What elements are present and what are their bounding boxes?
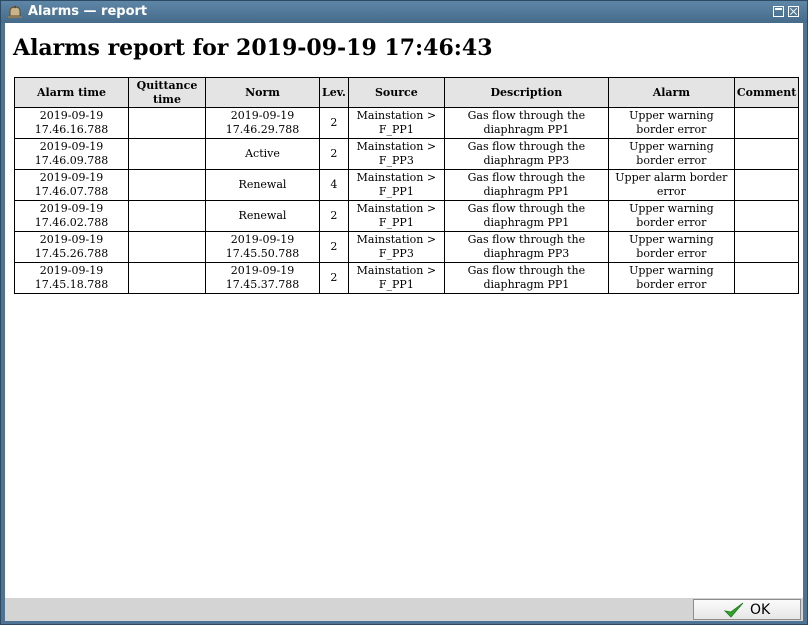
column-header: Source <box>347 77 445 108</box>
table-cell: Mainstation > F_PP3 <box>347 138 445 170</box>
table-cell: 2019-09-19 17.45.18.788 <box>14 262 129 294</box>
report-title: Alarms report for 2019-09-19 17:46:43 <box>13 35 493 61</box>
column-header: Lev. <box>319 77 349 108</box>
table-cell: Upper warning border error <box>607 231 735 263</box>
table-cell: Mainstation > F_PP3 <box>347 231 445 263</box>
table-cell <box>733 169 800 201</box>
table-row: 2019-09-19 17.46.09.788 Active 2 Mainstatio… <box>14 138 800 170</box>
table-cell: Upper warning border error <box>607 138 735 170</box>
table-cell <box>733 231 800 263</box>
table-cell: 2019-09-19 17.45.37.788 <box>205 262 320 294</box>
column-header: Quittance time <box>128 77 206 108</box>
table-row: 2019-09-19 17.45.18.788 2019-09-19 17.45.… <box>14 262 800 294</box>
table-cell <box>128 231 206 263</box>
table-cell: 2019-09-19 17.45.50.788 <box>205 231 320 263</box>
table-cell: Gas flow through the diaphragm PP3 <box>443 138 609 170</box>
table-header-row: Alarm time Quittance time Norm Lev. Source De… <box>14 77 800 108</box>
table-cell <box>733 138 800 170</box>
table-row: 2019-09-19 17.46.16.788 2019-09-19 17.46.… <box>14 107 800 139</box>
table-cell: Gas flow through the diaphragm PP1 <box>443 169 609 201</box>
window-title: Alarms — report <box>28 4 148 19</box>
table-cell: 4 <box>319 169 349 201</box>
table-cell <box>733 262 800 294</box>
table-cell: 2019-09-19 17.46.09.788 <box>14 138 129 170</box>
table-cell: 2019-09-19 17.46.02.788 <box>14 200 129 232</box>
close-button[interactable] <box>788 6 799 17</box>
table-cell <box>733 107 800 139</box>
table-cell <box>128 107 206 139</box>
table-cell <box>128 200 206 232</box>
table-cell: Upper warning border error <box>607 107 735 139</box>
column-header: Alarm time <box>14 77 129 108</box>
table-cell: Mainstation > F_PP1 <box>347 169 445 201</box>
button-bar: OK <box>5 598 803 621</box>
table-cell: 2 <box>319 262 349 294</box>
alarms-table: Alarm time Quittance time Norm Lev. Source De… <box>14 77 800 294</box>
table-cell: Renewal <box>205 169 320 201</box>
report-window: Alarms — report Alarms report for 2019-0… <box>0 0 808 625</box>
table-cell: Renewal <box>205 200 320 232</box>
table-cell: Upper alarm border error <box>607 169 735 201</box>
table-cell: Gas flow through the diaphragm PP1 <box>443 107 609 139</box>
maximize-button[interactable] <box>773 6 784 17</box>
table-row: 2019-09-19 17.46.07.788 Renewal 4 Mainstati… <box>14 169 800 201</box>
table-cell: Upper warning border error <box>607 262 735 294</box>
column-header: Comment <box>733 77 800 108</box>
ok-button-label: OK <box>750 602 771 618</box>
table-cell <box>733 200 800 232</box>
table-cell: 2 <box>319 138 349 170</box>
checkmark-icon <box>724 602 744 618</box>
table-cell: 2019-09-19 17.45.26.788 <box>14 231 129 263</box>
alarm-bell-icon <box>8 5 22 18</box>
column-header: Norm <box>205 77 320 108</box>
title-bar[interactable]: Alarms — report <box>1 1 807 23</box>
table-row: 2019-09-19 17.45.26.788 2019-09-19 17.45.… <box>14 231 800 263</box>
table-cell: Mainstation > F_PP1 <box>347 107 445 139</box>
table-cell: Mainstation > F_PP1 <box>347 262 445 294</box>
table-cell: 2 <box>319 231 349 263</box>
table-cell: 2019-09-19 17.46.16.788 <box>14 107 129 139</box>
table-cell: Mainstation > F_PP1 <box>347 200 445 232</box>
table-row: 2019-09-19 17.46.02.788 Renewal 2 Mainstati… <box>14 200 800 232</box>
table-cell: Active <box>205 138 320 170</box>
table-cell: Upper warning border error <box>607 200 735 232</box>
report-content: Alarms report for 2019-09-19 17:46:43 Al… <box>5 23 803 598</box>
table-cell: Gas flow through the diaphragm PP1 <box>443 200 609 232</box>
column-header: Description <box>443 77 609 108</box>
table-cell: Gas flow through the diaphragm PP1 <box>443 262 609 294</box>
table-cell: 2019-09-19 17.46.29.788 <box>205 107 320 139</box>
table-cell: 2019-09-19 17.46.07.788 <box>14 169 129 201</box>
column-header: Alarm <box>607 77 735 108</box>
ok-button[interactable]: OK <box>693 599 801 620</box>
table-cell <box>128 138 206 170</box>
table-cell: 2 <box>319 107 349 139</box>
table-cell: Gas flow through the diaphragm PP3 <box>443 231 609 263</box>
table-cell <box>128 169 206 201</box>
table-cell <box>128 262 206 294</box>
table-cell: 2 <box>319 200 349 232</box>
